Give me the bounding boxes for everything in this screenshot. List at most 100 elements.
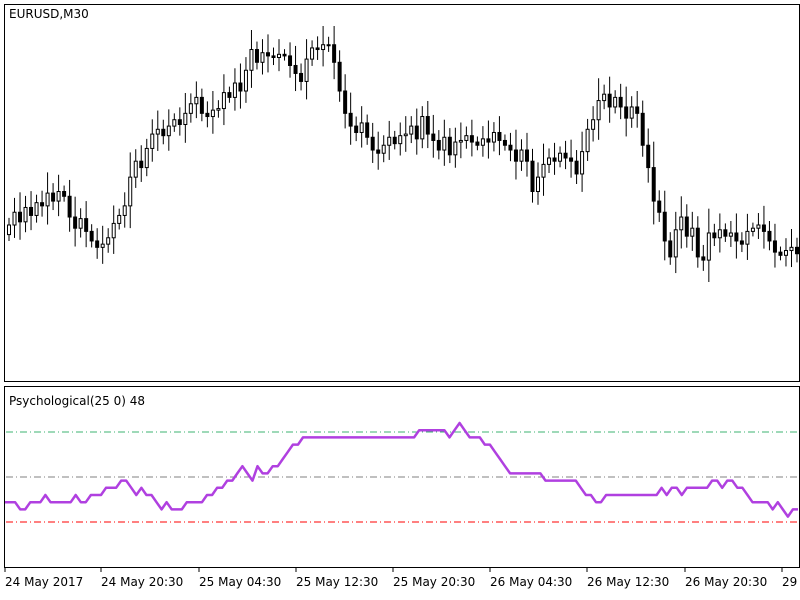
candle-body (177, 119, 182, 126)
candle-body (745, 230, 750, 245)
candle-body (629, 106, 634, 119)
candle-body (436, 139, 441, 151)
candle-body (348, 112, 353, 127)
candle-body (574, 160, 579, 175)
candle-body (365, 122, 370, 138)
x-tick-label: 25 May 20:30 (393, 575, 475, 589)
candle-body (585, 128, 590, 153)
candle-body (67, 195, 72, 218)
candle-body (618, 96, 623, 108)
candle-body (453, 141, 458, 156)
candle-body (668, 240, 673, 258)
candle-body (95, 240, 100, 248)
candle-body (188, 103, 193, 114)
candle-body (133, 160, 138, 178)
candle-body (403, 133, 408, 137)
x-tick-label: 26 May 20:30 (685, 575, 767, 589)
candle-body (756, 224, 761, 229)
candle-body (475, 141, 480, 146)
candle-body (139, 160, 144, 169)
candle-body (34, 202, 39, 216)
candle-body (690, 227, 695, 237)
candle-body (497, 131, 502, 141)
candle-body (635, 106, 640, 114)
candle-body (486, 138, 491, 143)
candle-body (657, 200, 662, 213)
candle-body (73, 216, 78, 229)
indicator-pane-label: Psychological(25 0) 48 (9, 394, 145, 408)
candle-body (580, 151, 585, 175)
candle-body (150, 133, 155, 149)
candle-body (706, 232, 711, 261)
candle-body (51, 192, 56, 202)
candle-body (199, 96, 204, 114)
candle-body (750, 227, 755, 232)
candle-body (701, 256, 706, 261)
candle-body (513, 149, 518, 162)
candle-body (789, 246, 794, 252)
price-pane-title: EURUSD,M30 (9, 7, 89, 21)
candle-body (117, 214, 122, 224)
candle-body (491, 131, 496, 143)
candle-body (613, 96, 618, 108)
candle-body (18, 211, 23, 223)
candle-body (778, 251, 783, 256)
candle-body (166, 125, 171, 137)
candle-body (172, 119, 177, 127)
candle-body (376, 149, 381, 154)
candle-body (232, 82, 237, 98)
x-tick-label: 26 May 12:30 (587, 575, 669, 589)
candle-body (161, 128, 166, 137)
candle-body (569, 157, 574, 162)
candle-body (359, 122, 364, 133)
candle-body (558, 152, 563, 162)
candle-body (563, 152, 568, 159)
candle-body (321, 44, 326, 51)
candle-body (45, 192, 50, 207)
candle-body (84, 218, 89, 232)
candle-body (547, 157, 552, 165)
x-tick-label: 25 May 04:30 (199, 575, 281, 589)
candle-body (761, 224, 766, 232)
candle-body (243, 69, 248, 92)
candle-body (717, 229, 722, 239)
candle-body (221, 92, 226, 110)
x-tick-label: 26 May 04:30 (490, 575, 572, 589)
candle-body (508, 144, 513, 151)
x-tick-label: 25 May 12:30 (296, 575, 378, 589)
candle-body (739, 240, 744, 245)
candle-body (387, 136, 392, 146)
candle-body (442, 136, 447, 151)
candle-body (106, 237, 111, 245)
candle-body (646, 144, 651, 169)
candle-body (767, 230, 772, 242)
candle-body (596, 100, 601, 121)
candle-body (144, 147, 149, 169)
candle-body (29, 206, 34, 216)
candle-body (519, 149, 524, 162)
candle-body (679, 216, 684, 231)
candle-body (591, 119, 596, 130)
candle-body (249, 49, 254, 71)
candle-body (392, 136, 397, 145)
candle-body (530, 160, 535, 193)
candle-body (299, 72, 304, 82)
candle-body (293, 64, 298, 74)
candle-body (684, 216, 689, 237)
candle-body (370, 136, 375, 151)
x-tick-label: 24 May 2017 (5, 575, 83, 589)
candle-body (155, 128, 160, 135)
candle-body (695, 227, 700, 258)
background (0, 0, 800, 600)
candle-body (40, 202, 45, 207)
candle-body (227, 92, 232, 98)
candle-body (310, 47, 315, 60)
candle-body (458, 139, 463, 143)
candle-body (111, 222, 116, 239)
candle-body (552, 157, 557, 162)
candle-body (398, 135, 403, 145)
candle-body (7, 224, 11, 236)
candle-body (712, 232, 717, 239)
candle-body (78, 218, 83, 229)
chart-root: EURUSD,M30 Psychological(25 0) 48 24 May… (0, 0, 800, 600)
